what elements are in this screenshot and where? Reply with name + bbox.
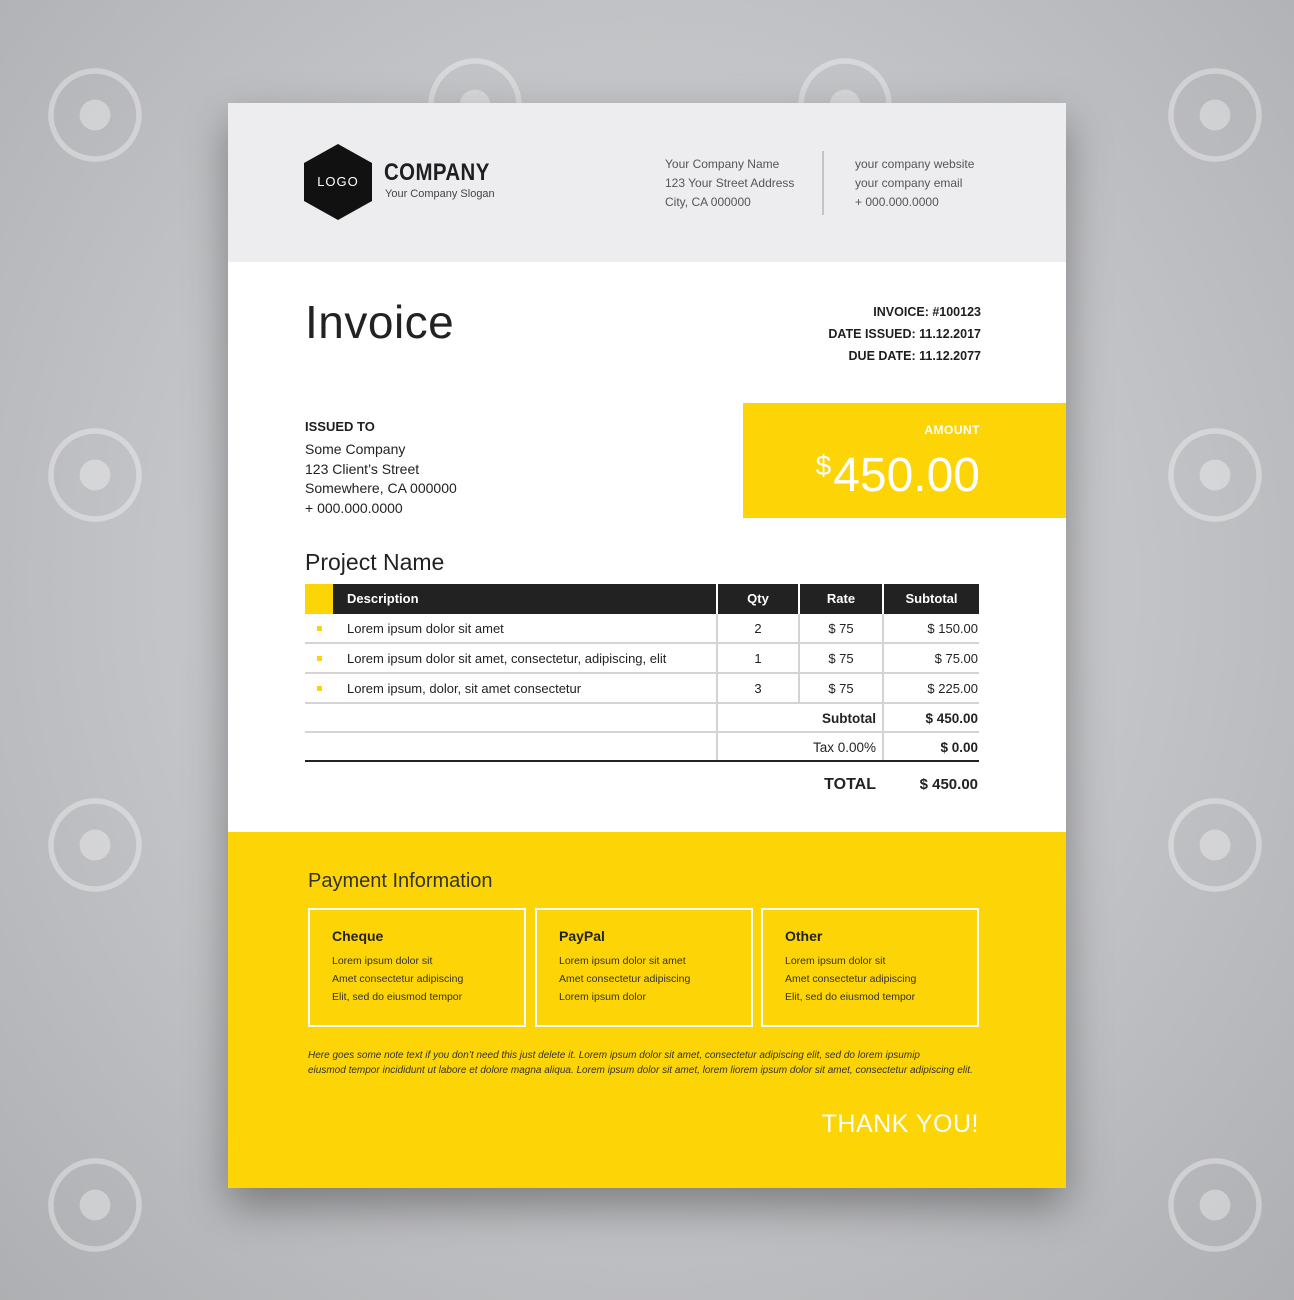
address-line: 123 Your Street Address: [665, 176, 795, 190]
note-text: Here goes some note text if you don’t ne…: [308, 1048, 988, 1078]
company-contact: your company website your company email …: [855, 155, 974, 212]
items-table: Description Qty Rate Subtotal Lorem ipsu…: [305, 584, 979, 806]
detail-line: Amet consectetur adipiscing: [559, 973, 691, 985]
payment-method-paypal: PayPal Lorem ipsum dolor sit amet Amet c…: [535, 908, 753, 1027]
detail-line: Elit, sed do eiusmod tempor: [785, 991, 916, 1003]
detail-line: Elit, sed do eiusmod tempor: [332, 991, 463, 1003]
note-line: Here goes some note text if you don’t ne…: [308, 1050, 920, 1061]
detail-line: Lorem ipsum dolor: [559, 991, 646, 1003]
table-row: Lorem ipsum dolor sit amet, consectetur,…: [305, 644, 979, 674]
payment-method-cheque: Cheque Lorem ipsum dolor sit Amet consec…: [308, 908, 526, 1027]
client-line: + 000.000.0000: [305, 499, 403, 516]
table-header: Description Qty Rate Subtotal: [305, 584, 979, 614]
header-qty: Qty: [747, 591, 769, 606]
tax-label: Tax 0.00%: [812, 740, 876, 755]
row-subtotal: $ 75.00: [934, 651, 978, 666]
row-rate: $ 75: [828, 651, 854, 666]
row-qty: 2: [754, 621, 762, 636]
row-description: Lorem ipsum, dolor, sit amet consectetur: [347, 681, 582, 696]
company-slogan: Your Company Slogan: [385, 188, 495, 200]
client-line: Some Company: [305, 441, 406, 457]
row-description: Lorem ipsum dolor sit amet, consectetur,…: [347, 651, 667, 666]
total-value: $ 450.00: [919, 776, 978, 793]
row-subtotal: $ 225.00: [927, 681, 978, 696]
table-row: Lorem ipsum, dolor, sit amet consectetur…: [305, 674, 979, 704]
payment-method-title: Cheque: [332, 928, 384, 944]
detail-line: Lorem ipsum dolor sit amet: [559, 955, 686, 967]
payment-method-title: PayPal: [559, 928, 605, 944]
contact-email: your company email: [855, 176, 963, 190]
row-subtotal: $ 150.00: [927, 621, 978, 636]
table-row: Lorem ipsum dolor sit amet 2 $ 75 $ 150.…: [305, 614, 979, 644]
payment-title: Payment Information: [308, 870, 493, 892]
invoice-meta: INVOICE: #100123 DATE ISSUED: 11.12.2017…: [828, 301, 981, 367]
address-line: City, CA 000000: [665, 195, 751, 209]
contact-website: your company website: [855, 157, 975, 171]
amount-label: AMOUNT: [924, 423, 980, 437]
payment-method-details: Lorem ipsum dolor sit amet Amet consecte…: [559, 952, 690, 1006]
detail-line: Lorem ipsum dolor sit: [332, 955, 433, 967]
subtotal-label: Subtotal: [822, 711, 876, 726]
detail-line: Amet consectetur adipiscing: [785, 973, 917, 985]
company-name: COMPANY: [384, 159, 490, 186]
detail-line: Amet consectetur adipiscing: [332, 973, 464, 985]
amount-value: $450.00: [816, 437, 980, 505]
subtotal-row: Subtotal $ 450.00: [305, 704, 979, 733]
row-rate: $ 75: [828, 621, 854, 636]
detail-line: Lorem ipsum dolor sit: [785, 955, 886, 967]
date-issued: DATE ISSUED: 11.12.2017: [828, 327, 981, 341]
tax-row: Tax 0.00% $ 0.00: [305, 733, 979, 762]
contact-phone: + 000.000.0000: [855, 195, 939, 209]
bullet-icon: [317, 626, 322, 631]
row-description: Lorem ipsum dolor sit amet: [347, 621, 504, 636]
payment-method-title: Other: [785, 928, 823, 944]
divider: [822, 151, 824, 215]
client-line: Somewhere, CA 000000: [305, 480, 457, 496]
logo-text: LOGO: [317, 174, 359, 189]
header-rate: Rate: [826, 591, 856, 606]
bullet-icon: [317, 656, 322, 661]
row-qty: 1: [754, 651, 762, 666]
header-band: LOGO COMPANY Your Company Slogan Your Co…: [228, 103, 1066, 262]
issued-to-label: ISSUED TO: [305, 419, 375, 434]
total-label: TOTAL: [824, 776, 876, 793]
row-rate: $ 75: [828, 681, 854, 696]
bullet-icon: [317, 686, 322, 691]
payment-section: Payment Information Cheque Lorem ipsum d…: [228, 832, 1066, 1188]
invoice-title: Invoice: [305, 296, 455, 348]
issued-to-details: Some Company 123 Client’s Street Somewhe…: [305, 440, 457, 518]
amount-box: AMOUNT $450.00: [743, 403, 1066, 518]
due-date: DUE DATE: 11.12.2077: [848, 349, 981, 363]
invoice-number: INVOICE: #100123: [873, 305, 981, 319]
amount-currency: $: [815, 450, 832, 481]
header-description: Description: [347, 591, 419, 606]
payment-method-details: Lorem ipsum dolor sit Amet consectetur a…: [785, 952, 916, 1006]
subtotal-value: $ 450.00: [925, 711, 978, 726]
payment-method-other: Other Lorem ipsum dolor sit Amet consect…: [761, 908, 979, 1027]
amount-number: 450.00: [833, 449, 980, 502]
tax-value: $ 0.00: [940, 740, 978, 755]
payment-method-details: Lorem ipsum dolor sit Amet consectetur a…: [332, 952, 463, 1006]
address-line: Your Company Name: [665, 157, 780, 171]
header-accent: [305, 584, 333, 614]
thank-you-text: THANK YOU!: [821, 1110, 979, 1138]
total-row: TOTAL $ 450.00: [305, 762, 979, 806]
client-line: 123 Client’s Street: [305, 460, 420, 477]
header-subtotal: Subtotal: [905, 591, 958, 606]
row-qty: 3: [754, 681, 762, 696]
note-line: eiusmod tempor incididunt ut labore et d…: [308, 1065, 973, 1076]
company-address: Your Company Name 123 Your Street Addres…: [665, 155, 794, 212]
invoice-document: LOGO COMPANY Your Company Slogan Your Co…: [228, 103, 1066, 1188]
project-name: Project Name: [305, 549, 445, 575]
